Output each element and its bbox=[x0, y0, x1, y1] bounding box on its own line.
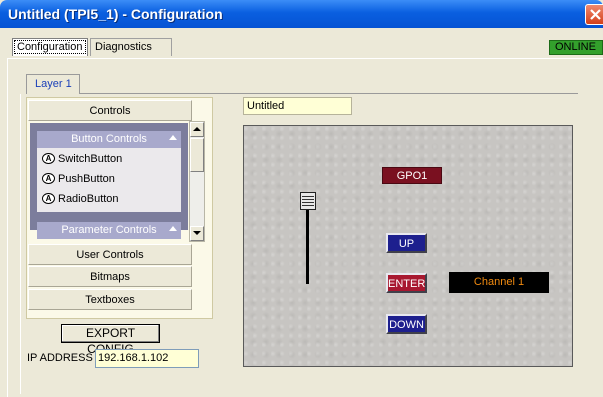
list-item-switchbutton[interactable]: A SwitchButton bbox=[42, 151, 122, 167]
title-bar: Untitled (TPI5_1) - Configuration bbox=[0, 0, 603, 28]
fader-knob[interactable] bbox=[300, 192, 316, 210]
channel-display: Channel 1 bbox=[449, 272, 549, 293]
ip-address-label: IP ADDRESS bbox=[27, 352, 93, 364]
user-controls-section[interactable]: User Controls bbox=[28, 244, 192, 265]
export-config-button[interactable]: EXPORT CONFIG bbox=[61, 324, 160, 356]
bitmaps-section[interactable]: Bitmaps bbox=[28, 266, 192, 287]
down-button[interactable]: DOWN bbox=[386, 314, 427, 334]
scroll-up-button[interactable] bbox=[190, 122, 204, 137]
list-item-label: SwitchButton bbox=[58, 153, 123, 165]
button-a-icon: A bbox=[42, 153, 55, 164]
gpo1-indicator[interactable]: GPO1 bbox=[382, 167, 442, 184]
tab-diagnostics[interactable]: Diagnostics bbox=[90, 38, 172, 56]
list-item-label: RadioButton bbox=[58, 193, 119, 205]
online-status-badge: ONLINE bbox=[549, 40, 603, 55]
button-controls-list: A SwitchButton A PushButton A RadioButton bbox=[37, 148, 181, 212]
layout-name-input[interactable]: Untitled bbox=[243, 97, 352, 115]
parameter-controls-header[interactable]: Parameter Controls bbox=[37, 222, 181, 239]
scroll-down-button[interactable] bbox=[190, 226, 204, 241]
button-a-icon: A bbox=[42, 173, 55, 184]
up-button[interactable]: UP bbox=[386, 233, 427, 253]
button-controls-title: Button Controls bbox=[71, 133, 147, 145]
controls-scrollbar[interactable] bbox=[189, 121, 205, 242]
list-item-label: PushButton bbox=[58, 173, 115, 185]
button-a-icon: A bbox=[42, 193, 55, 204]
list-item-pushbutton[interactable]: A PushButton bbox=[42, 171, 115, 187]
tab-layer-1[interactable]: Layer 1 bbox=[26, 74, 80, 94]
parameter-controls-title: Parameter Controls bbox=[61, 224, 157, 236]
close-button[interactable] bbox=[585, 4, 603, 25]
fader-track[interactable] bbox=[306, 200, 309, 284]
tab-configuration[interactable]: Configuration bbox=[12, 38, 88, 56]
controls-section-header[interactable]: Controls bbox=[28, 100, 192, 121]
close-icon bbox=[590, 9, 601, 20]
layer-tab-divider bbox=[80, 93, 578, 94]
arrow-up-icon bbox=[193, 127, 201, 131]
collapse-up-icon bbox=[169, 135, 177, 140]
collapse-up-icon bbox=[169, 226, 177, 231]
ip-address-input[interactable]: 192.168.1.102 bbox=[95, 349, 199, 368]
textboxes-section[interactable]: Textboxes bbox=[28, 289, 192, 310]
window-title: Untitled (TPI5_1) - Configuration bbox=[8, 6, 223, 22]
arrow-down-icon bbox=[193, 231, 201, 235]
list-item-radiobutton[interactable]: A RadioButton bbox=[42, 191, 119, 207]
layer-panel-edge bbox=[20, 94, 22, 394]
scroll-thumb[interactable] bbox=[190, 138, 204, 172]
button-controls-header[interactable]: Button Controls bbox=[37, 131, 181, 148]
enter-button[interactable]: ENTER bbox=[386, 273, 427, 293]
